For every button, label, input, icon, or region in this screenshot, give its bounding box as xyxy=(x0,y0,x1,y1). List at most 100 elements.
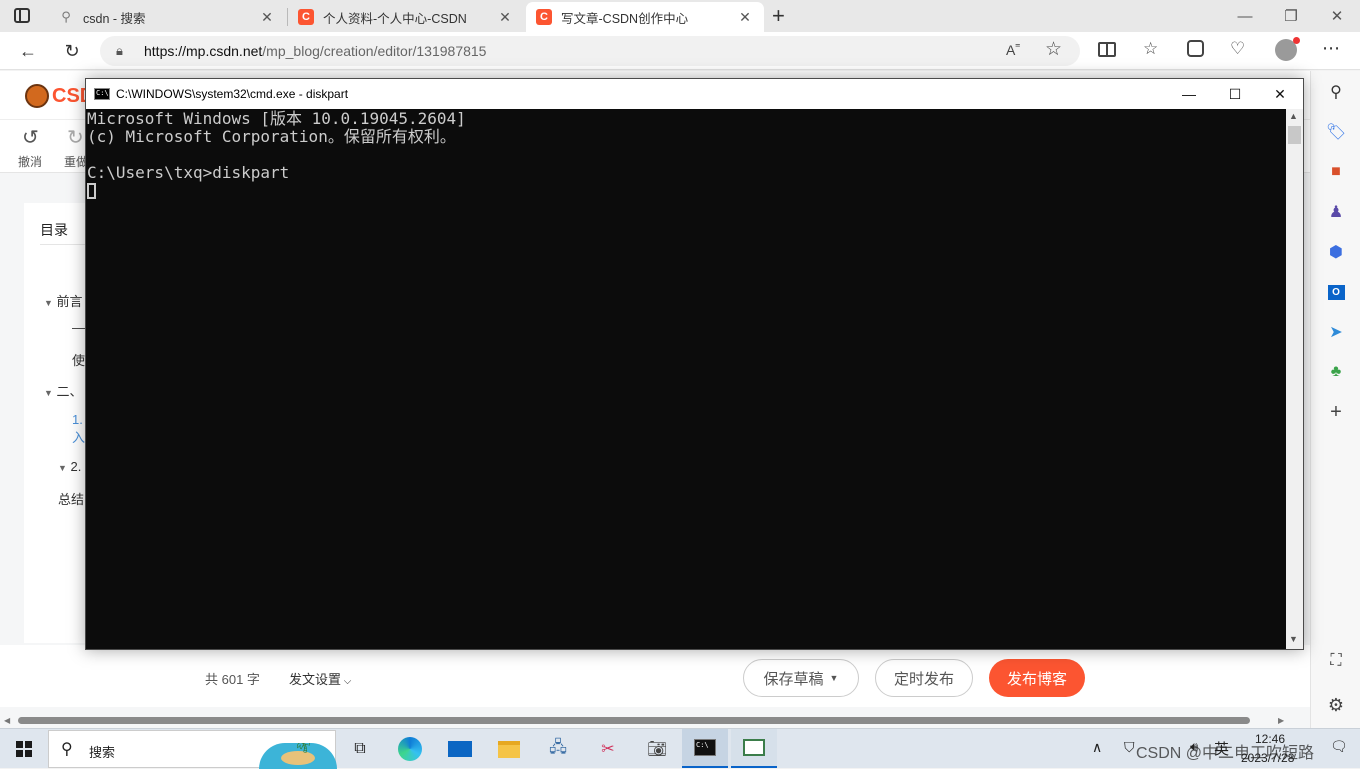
shield-icon[interactable]: ⛉ xyxy=(1124,739,1135,756)
notification-icon[interactable]: 🗨︎ xyxy=(1330,738,1348,755)
back-button[interactable]: ← xyxy=(13,36,43,66)
camera-icon[interactable]: 📷︎ xyxy=(643,735,671,763)
restore-button[interactable]: ❐ xyxy=(1268,0,1314,32)
scroll-down-icon[interactable]: ▼ xyxy=(1289,634,1298,644)
edge-taskbar-icon[interactable] xyxy=(396,735,424,763)
window-app-icon xyxy=(743,739,765,756)
search-icon[interactable]: ⚲ xyxy=(1324,80,1348,104)
chevron-down-icon: ▼ xyxy=(44,388,53,398)
snipping-tool-icon[interactable]: ✂ xyxy=(594,735,622,763)
schedule-publish-button[interactable]: 定时发布 xyxy=(875,659,973,697)
tab-search[interactable]: ⚲ csdn - 搜索 ✕ xyxy=(48,2,286,32)
close-window-button[interactable]: ✕ xyxy=(1314,0,1360,32)
toc-item-summary[interactable]: 总结 xyxy=(58,489,84,508)
tab-title: 写文章-CSDN创作中心 xyxy=(561,11,689,26)
more-menu-icon[interactable]: ⋯ xyxy=(1322,38,1340,59)
toc-item-use[interactable]: 使 xyxy=(72,350,85,369)
toc-item-sub2[interactable]: ▼ 2. xyxy=(58,459,81,474)
microsoft-365-icon[interactable]: ⬢ xyxy=(1324,240,1348,264)
toc-item-dash[interactable]: — xyxy=(72,320,85,335)
word-count: 共 601 字 xyxy=(205,672,260,687)
tab-actions-icon[interactable] xyxy=(14,8,30,23)
caret-down-icon: ▼ xyxy=(829,673,839,683)
mail-icon[interactable] xyxy=(446,735,474,763)
taskbar-search-box[interactable]: ⚲ 搜索 🌴︎ xyxy=(48,730,337,769)
toc-item-sub1[interactable]: 1. 入 xyxy=(72,411,85,447)
cmd-close-button[interactable]: ✕ xyxy=(1257,79,1303,109)
tray-chevron-up-icon[interactable]: ∧ xyxy=(1092,739,1102,756)
scrollbar-thumb[interactable] xyxy=(18,717,1250,724)
read-aloud-icon[interactable]: A˭ xyxy=(1006,42,1020,58)
cmd-maximize-button[interactable]: ☐ xyxy=(1212,79,1258,109)
redo-icon[interactable]: ↻ xyxy=(67,125,84,150)
windows-start-icon[interactable] xyxy=(10,735,38,763)
scrollbar-thumb[interactable] xyxy=(1288,126,1301,144)
bottom-action-bar xyxy=(0,645,1310,707)
shopping-tag-icon[interactable]: 🏷︎ xyxy=(1324,120,1348,144)
speaker-icon[interactable]: 🔊︎ xyxy=(1190,739,1198,755)
cmd-minimize-button[interactable]: — xyxy=(1166,79,1212,109)
send-icon[interactable]: ➤ xyxy=(1324,320,1348,344)
cmd-taskbar-button[interactable]: C:\ xyxy=(682,729,728,768)
ime-indicator[interactable]: 英 xyxy=(1214,738,1229,759)
horizontal-scrollbar[interactable]: ◀ ▶ xyxy=(0,713,1310,727)
island-illustration: 🌴︎ xyxy=(259,743,337,769)
publish-blog-button[interactable]: 发布博客 xyxy=(989,659,1085,697)
console-output[interactable]: Microsoft Windows [版本 10.0.19045.2604] (c… xyxy=(87,109,1285,649)
add-icon[interactable]: + xyxy=(1324,400,1348,424)
favorites-icon[interactable]: ☆ xyxy=(1143,39,1158,59)
performance-icon[interactable]: ♡ xyxy=(1230,39,1245,59)
toc-item-preface[interactable]: ▼ 前言 xyxy=(44,291,83,310)
taskbar: ⚲ 搜索 🌴︎ ⧉ 🖧︎ ✂ 📷︎ C:\ ∧ ⛉ CSDN @中二电工吹短路 … xyxy=(0,728,1360,769)
close-icon[interactable]: ✕ xyxy=(258,9,276,26)
search-icon: ⚲ xyxy=(61,741,73,758)
tree-icon[interactable]: ♣ xyxy=(1324,360,1348,384)
network-app-icon[interactable]: 🖧︎ xyxy=(544,735,572,763)
chevron-down-icon: ▼ xyxy=(58,463,67,473)
csdn-logo-icon: C xyxy=(536,9,552,25)
lock-icon: 🔒︎ xyxy=(116,43,123,58)
tab-title: csdn - 搜索 xyxy=(83,11,146,26)
collections-icon[interactable] xyxy=(1187,40,1204,57)
cmd-taskbar-icon: C:\ xyxy=(694,739,716,756)
file-explorer-icon[interactable] xyxy=(495,735,523,763)
cmd-scrollbar[interactable]: ▲ ▼ xyxy=(1286,109,1303,649)
close-icon[interactable]: ✕ xyxy=(736,9,754,26)
screenshot-icon[interactable]: ⛶ xyxy=(1324,649,1348,673)
outlook-icon[interactable]: O xyxy=(1324,280,1348,304)
post-settings-button[interactable]: 发文设置 ⌵ xyxy=(289,669,351,688)
split-screen-icon[interactable] xyxy=(1098,42,1116,57)
gear-icon[interactable]: ⚙ xyxy=(1324,693,1348,717)
clock-date[interactable]: 2023/7/28 xyxy=(1241,751,1294,765)
search-icon: ⚲ xyxy=(61,9,71,24)
chevron-down-icon: ▼ xyxy=(44,298,53,308)
new-tab-button[interactable]: + xyxy=(772,3,785,29)
task-view-icon[interactable]: ⧉ xyxy=(346,735,374,763)
tools-icon[interactable]: ■ xyxy=(1324,160,1348,184)
scroll-up-icon[interactable]: ▲ xyxy=(1289,111,1298,121)
refresh-button[interactable]: ↻ xyxy=(57,36,87,66)
address-bar[interactable]: 🔒︎ https://mp.csdn.net/mp_blog/creation/… xyxy=(100,36,1080,66)
cmd-titlebar[interactable]: C:\ C:\WINDOWS\system32\cmd.exe - diskpa… xyxy=(86,79,1303,109)
edge-sidebar: ⚲ 🏷︎ ■ ♟ ⬢ O ➤ ♣ + ⛶ ⚙ xyxy=(1310,71,1360,731)
app-taskbar-button[interactable] xyxy=(731,729,777,768)
cmd-window[interactable]: C:\ C:\WINDOWS\system32\cmd.exe - diskpa… xyxy=(85,78,1304,650)
csdn-logo-icon: C xyxy=(298,9,314,25)
console-line: C:\Users\txq>diskpart xyxy=(87,163,290,182)
clock-time[interactable]: 12:46 xyxy=(1255,732,1285,746)
games-icon[interactable]: ♟ xyxy=(1324,200,1348,224)
close-icon[interactable]: ✕ xyxy=(496,9,514,26)
save-draft-button[interactable]: 保存草稿 ▼ xyxy=(743,659,859,697)
search-label: 搜索 xyxy=(89,745,116,760)
csdn-logo-icon[interactable] xyxy=(25,84,49,108)
toc-item-section2[interactable]: ▼ 二、 xyxy=(44,381,83,400)
minimize-button[interactable]: — xyxy=(1222,0,1268,32)
browser-tab-strip: ⚲ csdn - 搜索 ✕ C 个人资料-个人中心-CSDN ✕ C 写文章-C… xyxy=(0,0,1360,32)
tab-write-article[interactable]: C 写文章-CSDN创作中心 ✕ xyxy=(526,2,764,32)
profile-avatar[interactable] xyxy=(1275,37,1300,61)
favorite-star-icon[interactable]: ☆ xyxy=(1045,38,1062,61)
console-cursor-line xyxy=(87,182,1285,200)
undo-icon[interactable]: ↺ xyxy=(22,125,39,150)
tab-profile[interactable]: C 个人资料-个人中心-CSDN ✕ xyxy=(288,2,524,32)
